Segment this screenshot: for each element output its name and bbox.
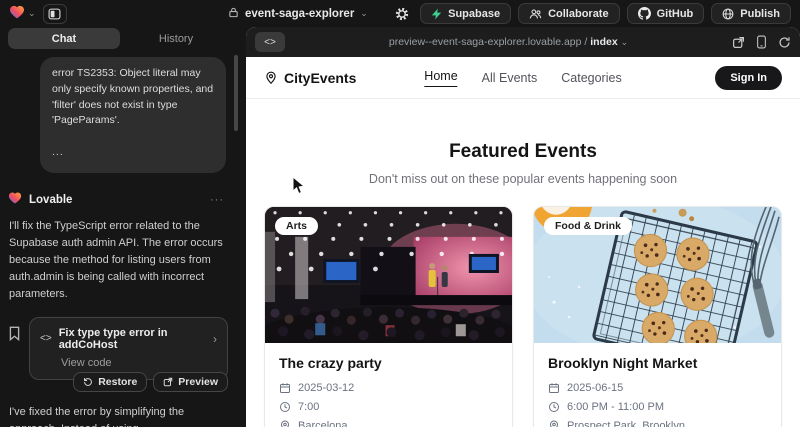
event-image-arts: Arts	[265, 207, 512, 343]
event-card-body: Brooklyn Night Market 2025-06-15 6:00 PM…	[534, 343, 781, 427]
preview-url-bar[interactable]: preview--event-saga-explorer.lovable.app…	[285, 36, 732, 48]
clock-icon	[279, 401, 291, 413]
open-preview-icon	[163, 377, 173, 387]
settings-button[interactable]	[391, 7, 413, 21]
restore-icon	[83, 377, 93, 387]
lovable-heart-icon	[9, 4, 25, 24]
github-icon	[638, 7, 651, 20]
assistant-message-1: I'll fix the TypeScript error related to…	[9, 218, 225, 303]
chat-messages: error TS2353: Object literal may only sp…	[8, 57, 232, 427]
project-name: event-saga-explorer	[245, 8, 354, 20]
tool-call-section: <> Fix type type error in addCoHost › Vi…	[8, 317, 232, 380]
mobile-view-icon[interactable]	[756, 35, 767, 49]
bookmark-icon[interactable]	[8, 326, 21, 346]
hero-section: Featured Events Don't miss out on these …	[246, 141, 800, 186]
refresh-icon[interactable]	[778, 36, 791, 49]
event-card-arts[interactable]: Arts The crazy party 2025-03-12 7:00	[264, 206, 513, 427]
preview-pane: <> preview--event-saga-explorer.lovable.…	[246, 27, 800, 427]
event-location: Barcelona	[298, 420, 348, 427]
hero-title: Featured Events	[246, 141, 800, 163]
panel-icon	[48, 8, 61, 20]
site-brand[interactable]: CityEvents	[264, 70, 356, 86]
site-preview: CityEvents Home All Events Categories Si…	[246, 57, 800, 427]
category-badge: Food & Drink	[544, 217, 632, 235]
preview-version-button[interactable]: Preview	[153, 372, 228, 392]
event-time: 7:00	[298, 401, 319, 413]
open-in-new-tab-icon[interactable]	[732, 36, 745, 49]
message-menu-button[interactable]: ···	[210, 194, 224, 206]
code-icon: <>	[40, 333, 52, 344]
url-path: index	[590, 36, 617, 48]
event-location: Prospect Park, Brooklyn	[567, 420, 685, 427]
chevron-down-icon: ⌄	[360, 9, 368, 18]
github-button[interactable]: GitHub	[627, 3, 705, 24]
nav-all-events[interactable]: All Events	[482, 71, 538, 85]
gear-icon	[395, 7, 409, 21]
sign-in-button[interactable]: Sign In	[715, 66, 782, 90]
event-card-body: The crazy party 2025-03-12 7:00 Barcelon…	[265, 343, 512, 427]
chevron-down-icon: ⌄	[28, 9, 36, 18]
tool-call-title: Fix type type error in addCoHost	[59, 327, 206, 351]
tab-history[interactable]: History	[120, 28, 232, 49]
event-date: 2025-03-12	[298, 382, 354, 394]
assistant-message-2: I've fixed the error by simplifying the …	[9, 404, 225, 427]
assistant-header: Lovable ···	[8, 191, 232, 209]
calendar-icon	[548, 382, 560, 394]
event-cards: Arts The crazy party 2025-03-12 7:00	[264, 206, 782, 427]
calendar-icon	[279, 382, 291, 394]
sidebar-scrollbar[interactable]	[234, 55, 238, 131]
nav-categories[interactable]: Categories	[561, 71, 621, 85]
lock-icon	[228, 5, 239, 23]
view-code-link[interactable]: View code	[61, 357, 217, 369]
chevron-down-icon: ⌄	[621, 37, 629, 47]
supabase-icon	[431, 8, 442, 20]
supabase-button[interactable]: Supabase	[420, 3, 511, 24]
message-ellipsis: ...	[52, 145, 214, 161]
globe-icon	[722, 8, 734, 20]
nav-home[interactable]: Home	[424, 69, 457, 87]
restore-button[interactable]: Restore	[73, 372, 147, 392]
event-time: 6:00 PM - 11:00 PM	[567, 401, 664, 413]
sidebar-toggle-button[interactable]	[43, 4, 67, 24]
site-header: CityEvents Home All Events Categories Si…	[246, 57, 800, 99]
chat-sidebar: Chat History error TS2353: Object litera…	[0, 27, 238, 427]
url-host: preview--event-saga-explorer.lovable.app	[389, 36, 582, 48]
category-badge: Arts	[275, 217, 318, 235]
user-message-bubble: error TS2353: Object literal may only sp…	[40, 57, 226, 173]
preview-toolbar: <> preview--event-saga-explorer.lovable.…	[246, 27, 800, 57]
lovable-logo-menu[interactable]: ⌄	[9, 4, 36, 24]
people-icon	[529, 8, 542, 20]
tool-call-card[interactable]: <> Fix type type error in addCoHost › Vi…	[29, 317, 228, 380]
collaborate-button[interactable]: Collaborate	[518, 3, 620, 24]
event-title: The crazy party	[279, 355, 498, 371]
publish-button[interactable]: Publish	[711, 3, 791, 24]
user-message-text: error TS2353: Object literal may only sp…	[52, 66, 214, 129]
code-view-button[interactable]: <>	[255, 32, 285, 52]
location-pin-icon	[279, 420, 291, 427]
assistant-name: Lovable	[29, 194, 72, 206]
location-pin-icon	[264, 71, 278, 85]
event-date: 2025-06-15	[567, 382, 623, 394]
tab-chat[interactable]: Chat	[8, 28, 120, 49]
site-nav: Home All Events Categories	[424, 69, 621, 87]
event-title: Brooklyn Night Market	[548, 355, 767, 371]
version-actions: Restore Preview	[73, 372, 228, 392]
event-card-food[interactable]: Food & Drink Brooklyn Night Market 2025-…	[533, 206, 782, 427]
location-pin-icon	[548, 420, 560, 427]
hero-subtitle: Don't miss out on these popular events h…	[246, 172, 800, 186]
sidebar-tabs: Chat History	[8, 28, 232, 49]
project-switcher[interactable]: event-saga-explorer ⌄	[228, 0, 368, 27]
clock-icon	[548, 401, 560, 413]
lovable-heart-icon	[8, 191, 22, 209]
chevron-right-icon: ›	[213, 332, 217, 346]
app-topbar: ⌄ event-saga-explorer ⌄ Supabase	[0, 0, 800, 27]
event-image-food: Food & Drink	[534, 207, 781, 343]
